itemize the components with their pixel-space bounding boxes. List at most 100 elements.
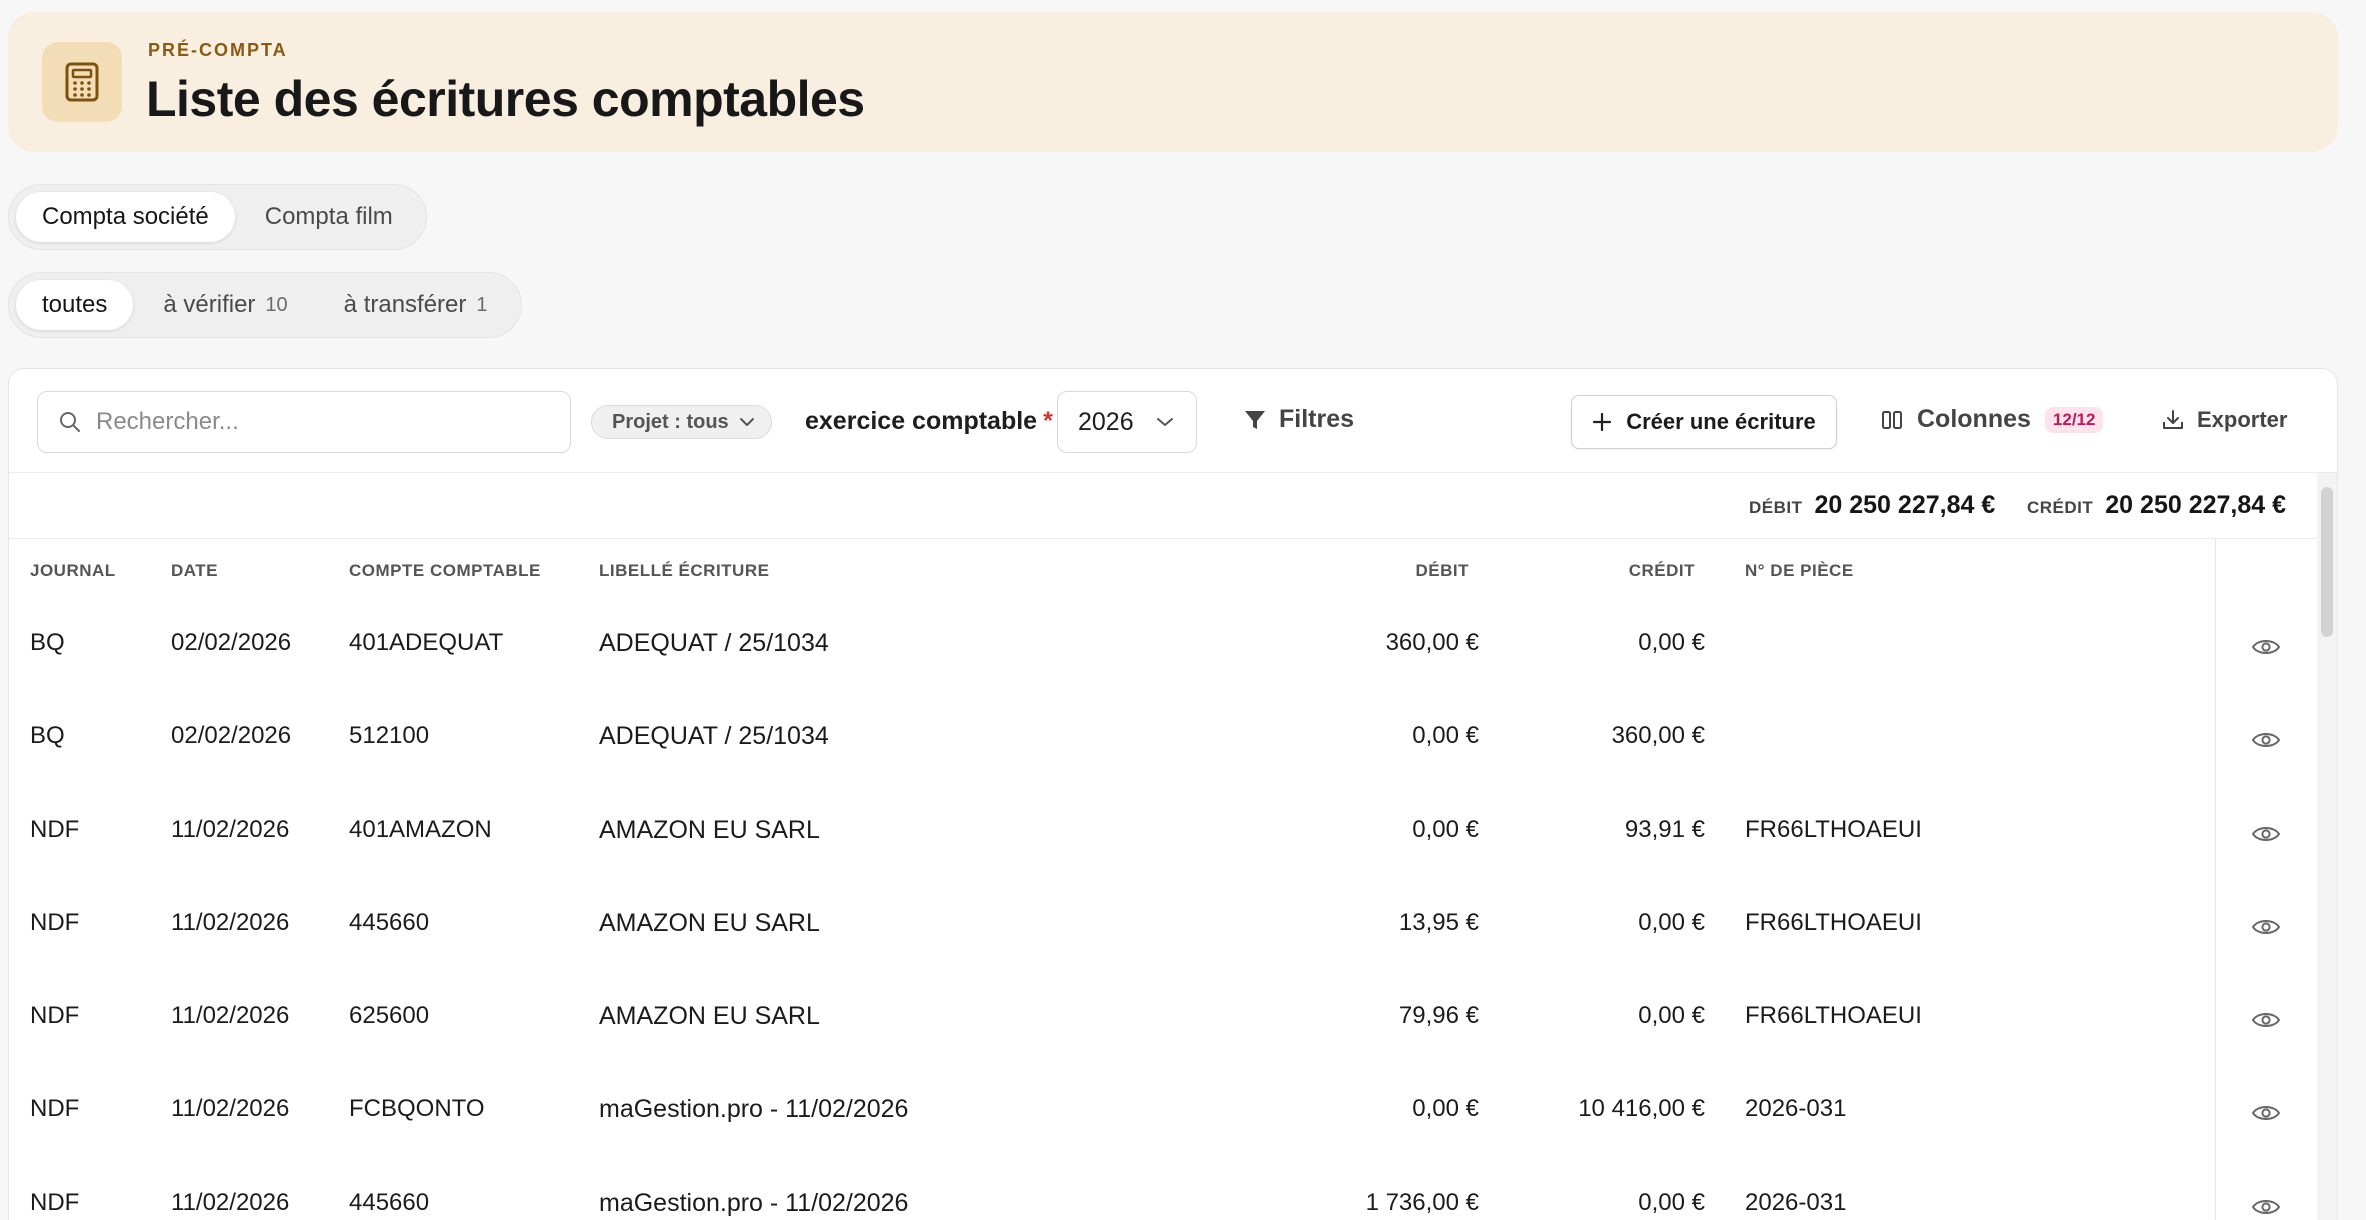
column-header-compte[interactable]: COMPTE COMPTABLE <box>349 561 541 581</box>
cell-compte: 401AMAZON <box>349 815 492 843</box>
cell-compte: 445660 <box>349 908 430 936</box>
export-button[interactable]: Exporter <box>2161 407 2287 433</box>
cell-debit: 0,00 € <box>1412 815 1479 843</box>
chevron-down-icon <box>1157 418 1173 426</box>
cell-credit: 0,00 € <box>1638 908 1705 936</box>
table-body: BQ 02/02/2026 401ADEQUAT ADEQUAT / 25/10… <box>9 601 2337 1220</box>
project-filter-chip[interactable]: Projet : tous <box>591 405 772 439</box>
cell-credit: 0,00 € <box>1638 1188 1705 1216</box>
cell-journal: BQ <box>30 722 65 750</box>
vertical-scrollbar[interactable] <box>2317 473 2337 1220</box>
tab-label: à transférer <box>343 291 467 318</box>
cell-date: 02/02/2026 <box>171 722 292 750</box>
table-row[interactable]: NDF 11/02/2026 625600 AMAZON EU SARL 79,… <box>9 974 2337 1067</box>
column-header-credit[interactable]: CRÉDIT <box>1579 561 1695 581</box>
scope-tabs: Compta société Compta film <box>8 184 427 250</box>
scrollbar-thumb[interactable] <box>2321 487 2333 637</box>
table-row[interactable]: BQ 02/02/2026 512100 ADEQUAT / 25/1034 0… <box>9 694 2337 787</box>
cell-credit: 0,00 € <box>1638 1002 1705 1030</box>
columns-label: Colonnes <box>1917 405 2031 433</box>
cell-date: 11/02/2026 <box>171 1002 290 1030</box>
cell-date: 02/02/2026 <box>171 629 292 656</box>
eye-icon[interactable] <box>2251 1103 2281 1123</box>
eye-icon[interactable] <box>2251 917 2281 937</box>
column-header-piece[interactable]: N° DE PIÈCE <box>1745 561 1854 581</box>
create-entry-button[interactable]: Créer une écriture <box>1571 395 1837 449</box>
total-credit-value: 20 250 227,84 € <box>2105 491 2287 519</box>
required-marker: * <box>1043 407 1053 435</box>
eye-icon[interactable] <box>2251 1197 2281 1217</box>
cell-debit: 79,96 € <box>1398 1002 1479 1030</box>
table-row[interactable]: NDF 11/02/2026 401AMAZON AMAZON EU SARL … <box>9 788 2337 881</box>
total-debit: DÉBIT 20 250 227,84 € <box>1749 491 1995 520</box>
tab-compta-film[interactable]: Compta film <box>239 192 419 242</box>
eye-icon[interactable] <box>2251 730 2281 750</box>
exercise-label: exercice comptable * <box>805 407 1053 436</box>
download-icon <box>2163 410 2183 429</box>
cell-credit: 10 416,00 € <box>1578 1095 1705 1123</box>
cell-piece: 2026-031 <box>1745 1188 1847 1216</box>
columns-count-badge: 12/12 <box>2044 406 2104 433</box>
cell-date: 11/02/2026 <box>171 908 290 936</box>
column-header-debit[interactable]: DÉBIT <box>1359 561 1469 581</box>
table-row[interactable]: NDF 11/02/2026 445660 maGestion.pro - 11… <box>9 1161 2337 1220</box>
column-header-date[interactable]: DATE <box>171 561 218 581</box>
cell-journal: NDF <box>30 1095 80 1123</box>
toolbar: Projet : tous exercice comptable* 2026 F… <box>9 369 2337 473</box>
cell-piece: FR66LTHOAEUI <box>1745 908 1922 936</box>
total-credit: CRÉDIT 20 250 227,84 € <box>2027 491 2286 520</box>
cell-credit: 0,00 € <box>1638 629 1705 656</box>
column-header-journal[interactable]: JOURNAL <box>30 561 116 581</box>
columns-icon <box>1882 410 1902 429</box>
total-debit-label: DÉBIT <box>1749 498 1803 517</box>
tab-count: 1 <box>476 293 488 316</box>
totals-bar: DÉBIT 20 250 227,84 € CRÉDIT 20 250 227,… <box>9 473 2337 539</box>
cell-credit: 360,00 € <box>1611 722 1705 750</box>
plus-icon <box>1593 412 1612 432</box>
cell-compte: 512100 <box>349 722 430 750</box>
cell-journal: NDF <box>30 1002 80 1030</box>
eye-icon[interactable] <box>2251 1010 2281 1030</box>
exercise-label-text: exercice comptable <box>805 407 1038 435</box>
columns-button[interactable]: Colonnes 12/12 <box>1881 405 2104 434</box>
exercise-value: 2026 <box>1078 407 1134 436</box>
table-row[interactable]: NDF 11/02/2026 FCBQONTO maGestion.pro - … <box>9 1067 2337 1160</box>
cell-debit: 0,00 € <box>1412 722 1479 750</box>
exercise-select[interactable]: 2026 <box>1057 391 1197 453</box>
table-row[interactable]: BQ 02/02/2026 401ADEQUAT ADEQUAT / 25/10… <box>9 601 2337 694</box>
cell-debit: 13,95 € <box>1398 908 1479 936</box>
cell-compte: FCBQONTO <box>349 1095 485 1123</box>
column-header-libelle[interactable]: LIBELLÉ ÉCRITURE <box>599 561 769 581</box>
cell-compte: 401ADEQUAT <box>349 629 504 656</box>
filters-label: Filtres <box>1279 405 1355 433</box>
tab-count: 10 <box>265 293 288 316</box>
cell-libelle: AMAZON EU SARL <box>599 908 820 937</box>
search-input[interactable] <box>96 408 536 436</box>
tab-toutes[interactable]: toutes <box>16 280 134 330</box>
cell-date: 11/02/2026 <box>171 1095 290 1123</box>
eye-icon[interactable] <box>2251 824 2281 844</box>
table-header: JOURNAL DATE COMPTE COMPTABLE LIBELLÉ ÉC… <box>9 539 2337 601</box>
cell-debit: 360,00 € <box>1385 629 1479 656</box>
cell-piece: FR66LTHOAEUI <box>1745 1002 1922 1030</box>
calculator-icon <box>42 42 122 122</box>
search-icon <box>60 412 80 432</box>
tab-compta-societe[interactable]: Compta société <box>16 192 235 242</box>
eye-icon[interactable] <box>2251 637 2281 657</box>
tab-a-verifier[interactable]: à vérifier 10 <box>137 280 313 330</box>
total-debit-value: 20 250 227,84 € <box>1814 491 1996 519</box>
filters-button[interactable]: Filtres <box>1243 405 1354 434</box>
cell-credit: 93,91 € <box>1624 815 1705 843</box>
cell-compte: 445660 <box>349 1188 430 1216</box>
export-label: Exporter <box>2197 407 2288 432</box>
page-kicker: PRÉ-COMPTA <box>148 40 288 60</box>
table-row[interactable]: NDF 11/02/2026 445660 AMAZON EU SARL 13,… <box>9 881 2337 974</box>
cell-debit: 1 736,00 € <box>1365 1188 1479 1216</box>
search-box <box>37 391 571 453</box>
tab-a-transferer[interactable]: à transférer 1 <box>318 280 514 330</box>
total-credit-label: CRÉDIT <box>2027 498 2094 517</box>
cell-compte: 625600 <box>349 1002 430 1030</box>
create-entry-label: Créer une écriture <box>1626 409 1816 434</box>
cell-date: 11/02/2026 <box>171 1188 290 1216</box>
cell-libelle: maGestion.pro - 11/02/2026 <box>599 1188 909 1217</box>
